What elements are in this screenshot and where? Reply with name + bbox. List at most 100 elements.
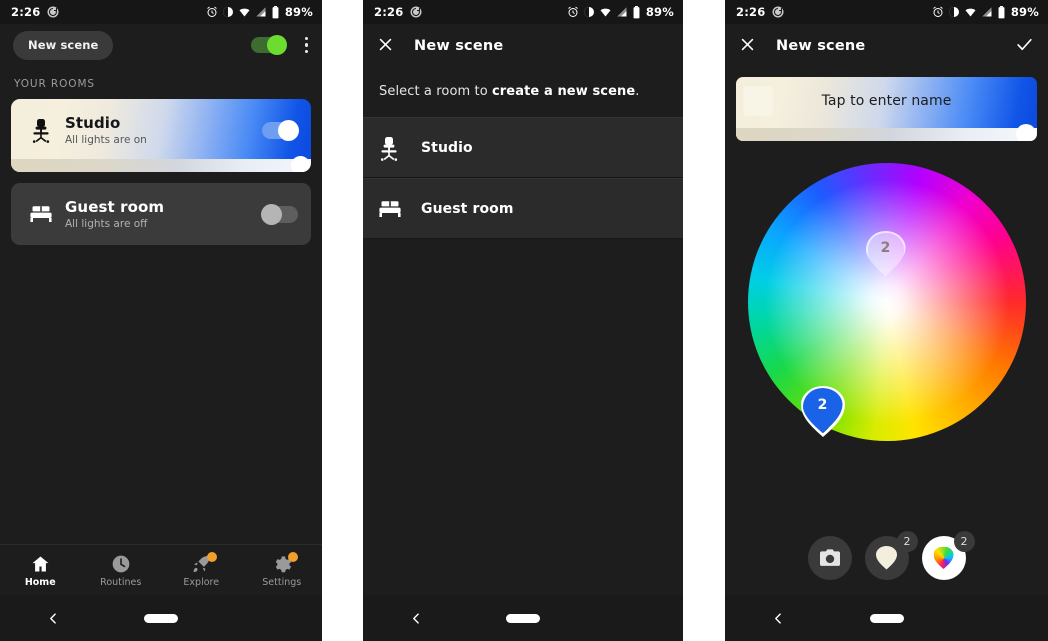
screenshot-stage: 2:26 89% New scene YOUR ROOMS Studio All… bbox=[0, 0, 1048, 641]
close-icon[interactable] bbox=[739, 36, 756, 57]
bed-icon bbox=[377, 199, 421, 219]
page-title: New scene bbox=[776, 38, 866, 54]
room-text: Studio All lights are on bbox=[59, 114, 262, 146]
phone-panel-home: 2:26 89% New scene YOUR ROOMS Studio All… bbox=[0, 0, 322, 641]
close-icon[interactable] bbox=[377, 36, 394, 57]
camera-button[interactable] bbox=[807, 536, 852, 580]
phone-panel-select-room: 2:26 89% New scene Select a room to crea… bbox=[363, 0, 683, 641]
all-lights-toggle[interactable] bbox=[250, 35, 287, 55]
nav-label: Routines bbox=[100, 576, 142, 588]
wifi-icon bbox=[599, 6, 612, 18]
overflow-menu-icon[interactable] bbox=[301, 33, 313, 58]
system-navigation-bar bbox=[725, 595, 1048, 641]
brightness-slider-knob[interactable] bbox=[291, 156, 310, 172]
sync-icon bbox=[410, 6, 422, 18]
color-wheel-button[interactable]: 2 bbox=[921, 531, 975, 580]
nav-item-routines[interactable]: Routines bbox=[81, 553, 162, 588]
wifi-icon bbox=[238, 6, 251, 18]
alarm-icon bbox=[567, 6, 579, 18]
room-status: All lights are on bbox=[65, 134, 147, 146]
home-pill[interactable] bbox=[506, 613, 540, 623]
sync-icon bbox=[772, 6, 784, 18]
home-icon bbox=[27, 553, 53, 575]
new-scene-chip[interactable]: New scene bbox=[13, 30, 114, 60]
home-app-bar: New scene bbox=[0, 24, 322, 66]
rocket-icon bbox=[188, 551, 218, 575]
status-bar-right: 89% bbox=[932, 5, 1039, 19]
lights-button[interactable]: 2 bbox=[864, 531, 918, 580]
nav-item-home[interactable]: Home bbox=[0, 553, 81, 588]
prompt-plain: Select a room to bbox=[379, 84, 492, 99]
room-toggle-guest-room[interactable] bbox=[261, 203, 298, 225]
color-wheel-area: 2 2 bbox=[725, 141, 1048, 471]
clock-icon bbox=[108, 553, 134, 575]
back-chevron-icon[interactable] bbox=[725, 611, 833, 626]
toggle-knob bbox=[266, 35, 287, 55]
room-card-studio[interactable]: Studio All lights are on bbox=[11, 99, 311, 172]
battery-percent: 89% bbox=[1010, 5, 1039, 19]
do-not-disturb-icon bbox=[948, 6, 960, 18]
scene-name-placeholder[interactable]: Tap to enter name bbox=[736, 93, 1037, 109]
office-chair-icon bbox=[23, 117, 59, 143]
marker-label: 2 bbox=[817, 397, 828, 413]
status-bar: 2:26 89% bbox=[725, 0, 1048, 24]
status-bar-right: 89% bbox=[567, 5, 674, 19]
alarm-icon bbox=[932, 6, 944, 18]
system-navigation-bar bbox=[363, 595, 683, 641]
nav-item-explore[interactable]: Explore bbox=[161, 551, 242, 588]
color-pin-icon bbox=[934, 547, 954, 570]
kebab-dot bbox=[304, 36, 308, 41]
brightness-slider-studio[interactable] bbox=[11, 156, 311, 172]
room-card-guest-room[interactable]: Guest room All lights are off bbox=[11, 183, 311, 245]
cellular-signal-icon bbox=[616, 6, 628, 18]
marker-label: 2 bbox=[880, 240, 891, 256]
scene-name-field[interactable]: Tap to enter name bbox=[736, 77, 1037, 141]
color-marker-unselected[interactable]: 2 bbox=[866, 231, 906, 277]
color-wheel[interactable]: 2 2 bbox=[747, 163, 1026, 441]
room-option-label: Studio bbox=[421, 139, 473, 156]
back-chevron-icon[interactable] bbox=[0, 611, 107, 626]
room-option-studio[interactable]: Studio bbox=[363, 117, 683, 178]
scene-brightness-slider[interactable] bbox=[736, 124, 1037, 141]
room-row: Guest room All lights are off bbox=[11, 183, 311, 245]
rooms-list: Studio All lights are on Guest room All … bbox=[0, 99, 322, 245]
back-chevron-icon[interactable] bbox=[363, 611, 470, 626]
room-toggle-studio[interactable] bbox=[262, 119, 299, 141]
color-mode-actions: 2 2 bbox=[725, 529, 1048, 587]
sync-icon bbox=[47, 6, 59, 18]
battery-icon bbox=[632, 5, 641, 19]
home-pill[interactable] bbox=[144, 613, 178, 623]
room-text: Guest room All lights are off bbox=[59, 198, 262, 230]
do-not-disturb-icon bbox=[222, 6, 234, 18]
battery-percent: 89% bbox=[284, 5, 313, 19]
color-badge: 2 bbox=[953, 531, 975, 552]
toggle-knob bbox=[261, 203, 282, 225]
status-bar-left: 2:26 bbox=[374, 5, 422, 19]
room-row: Studio All lights are on bbox=[11, 99, 311, 161]
page-title: New scene bbox=[414, 38, 504, 54]
kebab-dot bbox=[304, 43, 308, 47]
badge-dot bbox=[287, 551, 298, 562]
battery-icon bbox=[997, 5, 1006, 19]
prompt-period: . bbox=[635, 84, 640, 99]
color-marker-selected[interactable]: 2 bbox=[800, 386, 845, 437]
light-pin-icon bbox=[876, 546, 897, 570]
toggle-knob bbox=[278, 119, 299, 141]
room-option-guest-room[interactable]: Guest room bbox=[363, 178, 683, 239]
home-pill[interactable] bbox=[869, 613, 904, 623]
status-bar-clock: 2:26 bbox=[11, 5, 41, 19]
brightness-slider-knob[interactable] bbox=[1016, 124, 1036, 141]
nav-item-settings[interactable]: Settings bbox=[242, 551, 323, 588]
battery-icon bbox=[271, 5, 280, 19]
bed-icon bbox=[23, 204, 59, 224]
wifi-icon bbox=[964, 6, 977, 18]
room-select-list: Studio Guest room bbox=[363, 117, 683, 239]
bottom-navigation: Home Routines Explore Settings bbox=[0, 544, 322, 595]
your-rooms-label: YOUR ROOMS bbox=[0, 66, 322, 99]
cellular-signal-icon bbox=[255, 6, 267, 18]
status-bar: 2:26 89% bbox=[363, 0, 683, 24]
status-bar-right: 89% bbox=[206, 5, 313, 19]
check-icon[interactable] bbox=[1015, 35, 1034, 58]
prompt-text: Select a room to create a new scene. bbox=[363, 68, 683, 117]
new-scene-app-bar: New scene bbox=[363, 24, 683, 68]
